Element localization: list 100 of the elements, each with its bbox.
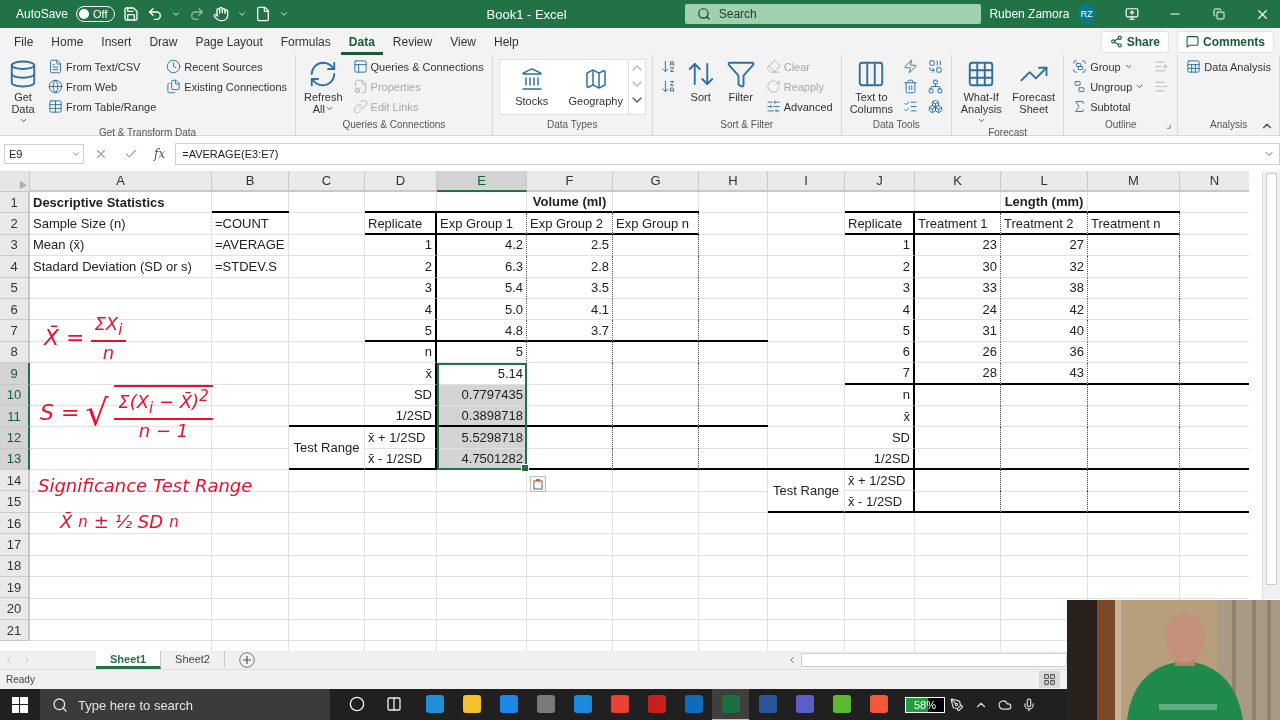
row-header[interactable]: 17 <box>0 534 30 556</box>
row-header[interactable]: 13 <box>0 448 30 471</box>
column-header[interactable]: J <box>845 171 915 192</box>
menu-tab[interactable]: Page Layout <box>187 28 271 55</box>
formula-field[interactable]: =AVERAGE(E3:E7) <box>175 143 1280 165</box>
row-header[interactable]: 14 <box>0 470 30 492</box>
row-header[interactable]: 5 <box>0 277 30 299</box>
ribbon-button[interactable]: Advanced <box>763 97 835 116</box>
sheet-cell[interactable]: 5.5298718 <box>437 427 527 449</box>
sheet-cell[interactable]: Exp Group 1 <box>437 213 527 235</box>
sheet-cell[interactable]: Exp Group n <box>613 213 699 235</box>
taskbar-search-field[interactable]: Type here to search <box>40 689 330 720</box>
sheet-cell[interactable]: x̄ - 1/2SD <box>845 491 915 513</box>
row-header[interactable]: 1 <box>0 192 30 214</box>
ribbon-button[interactable]: Filter <box>723 57 758 103</box>
sheet-cell[interactable]: 1/2SD <box>365 405 437 428</box>
ribbon-button[interactable]: Ungroup <box>1070 77 1147 96</box>
sheet-cell[interactable]: Treatment 2 <box>1001 213 1088 235</box>
sheet-cell[interactable]: Replicate <box>365 213 437 235</box>
ribbon-button[interactable]: Refresh All <box>302 57 345 115</box>
sheet-cell[interactable]: Exp Group 2 <box>527 213 613 235</box>
gallery-item[interactable]: Stocks <box>499 60 564 114</box>
ribbon-button[interactable]: Data Analysis <box>1184 57 1273 76</box>
sheet-cell[interactable]: Treatment n <box>1088 213 1180 235</box>
column-header[interactable]: G <box>613 171 699 192</box>
ribbon-button[interactable]: Recent Sources <box>164 57 290 76</box>
sheet-tab[interactable]: Sheet1 <box>96 651 162 669</box>
column-header[interactable]: E <box>437 171 527 192</box>
row-header[interactable]: 7 <box>0 320 30 342</box>
menu-tab[interactable]: Formulas <box>272 28 339 55</box>
ribbon-button[interactable]: What-If Analysis <box>958 57 1005 127</box>
ribbon-button[interactable]: From Table/Range <box>46 97 159 116</box>
sheet-cell[interactable]: 5 <box>365 320 437 342</box>
column-header[interactable]: F <box>527 171 613 192</box>
column-header[interactable]: M <box>1088 171 1180 192</box>
column-header[interactable]: C <box>289 171 365 192</box>
ribbon-button[interactable]: Sort <box>683 57 718 103</box>
menu-tab[interactable]: Review <box>384 28 441 55</box>
column-header[interactable]: K <box>915 171 1001 192</box>
column-header[interactable]: H <box>699 171 768 192</box>
menu-tab[interactable]: View <box>442 28 484 55</box>
ribbon-button[interactable]: Get Data <box>6 57 40 127</box>
row-header[interactable]: 11 <box>0 405 30 428</box>
column-header[interactable]: D <box>365 171 437 192</box>
sheet-cell[interactable]: x̄ + 1/2SD <box>845 470 915 492</box>
row-header[interactable]: 10 <box>0 384 30 406</box>
sheet-cell[interactable]: Treatment 1 <box>915 213 1001 235</box>
autosave-label: AutoSave <box>16 7 69 21</box>
sheet-cell[interactable]: 43 <box>1001 363 1088 385</box>
user-avatar[interactable]: RZ <box>1077 4 1097 24</box>
ribbon-button[interactable]: Forecast Sheet <box>1010 57 1058 115</box>
ribbon-button[interactable]: From Text/CSV <box>46 57 159 76</box>
ribbon-button[interactable]: Group <box>1070 57 1147 76</box>
column-header[interactable]: L <box>1001 171 1088 192</box>
row-header[interactable]: 18 <box>0 555 30 578</box>
row-header[interactable]: 12 <box>0 427 30 449</box>
group-label: Forecast <box>988 127 1028 138</box>
name-box[interactable]: E9 <box>4 144 84 164</box>
menu-tab[interactable]: Draw <box>141 28 186 55</box>
sheet-cell[interactable]: 3.7 <box>527 320 613 342</box>
group-label: Get & Transform Data <box>98 127 197 138</box>
row-header[interactable]: 19 <box>0 577 30 599</box>
row-header[interactable]: 2 <box>0 213 30 235</box>
share-button[interactable]: Share <box>1100 30 1169 53</box>
column-header[interactable]: A <box>30 171 212 192</box>
row-header[interactable]: 9 <box>0 363 30 385</box>
row-header[interactable]: 16 <box>0 512 30 535</box>
sheet-cell[interactable]: x̄ + 1/2SD <box>365 427 437 449</box>
gallery-item[interactable]: Geography <box>563 60 628 114</box>
menu-tab[interactable]: File <box>6 28 42 55</box>
ribbon-button[interactable]: Text to Columns <box>847 57 896 115</box>
search-field[interactable]: Search <box>684 4 982 24</box>
group-label: Data Tools <box>872 119 920 132</box>
sheet-cell[interactable]: 7 <box>845 363 915 385</box>
comments-button[interactable]: Comments <box>1177 30 1274 53</box>
sheet-cell[interactable]: Replicate <box>845 213 915 235</box>
sheet-cell[interactable]: 28 <box>915 363 1001 385</box>
row-header[interactable]: 4 <box>0 256 30 278</box>
row-header[interactable]: 21 <box>0 619 30 642</box>
group-label: Sort & Filter <box>720 119 774 132</box>
group-label: Queries & Connections <box>342 119 446 132</box>
row-header[interactable]: 3 <box>0 234 30 257</box>
sheet-cell[interactable]: 1/2SD <box>845 448 915 471</box>
sheet-cell[interactable]: x̄ - 1/2SD <box>365 448 437 471</box>
ribbon-button[interactable]: Existing Connections <box>164 77 290 96</box>
column-header[interactable]: I <box>768 171 845 192</box>
column-header[interactable]: B <box>212 171 289 192</box>
ribbon-button[interactable]: Queries & Connections <box>350 57 486 76</box>
sheet-cell[interactable]: 4.8 <box>437 320 527 342</box>
menu-tab[interactable]: Insert <box>93 28 140 55</box>
ribbon-button[interactable]: Subtotal <box>1070 97 1147 116</box>
insert-function-button[interactable]: fx <box>148 147 172 161</box>
row-header[interactable]: 15 <box>0 491 30 513</box>
row-header[interactable]: 8 <box>0 341 30 364</box>
column-header[interactable]: N <box>1180 171 1249 192</box>
menu-tab[interactable]: Home <box>43 28 92 55</box>
row-header[interactable]: 6 <box>0 298 30 321</box>
row-header[interactable]: 20 <box>0 598 30 620</box>
menu-tab[interactable]: Help <box>485 28 527 55</box>
ribbon-button[interactable]: From Web <box>46 77 159 96</box>
